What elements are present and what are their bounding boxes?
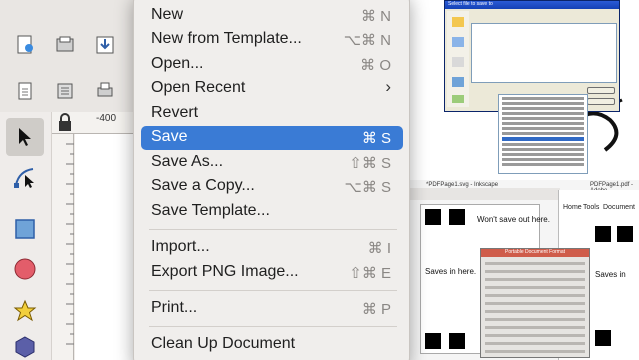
- menu-item-label: Save Template...: [151, 202, 270, 219]
- arrow-pointer-icon: [19, 128, 31, 146]
- menu-item-new[interactable]: New ⌘ N: [141, 4, 403, 28]
- menu-item-clean-up-document[interactable]: Clean Up Document: [141, 333, 403, 357]
- menu-item-label: Save a Copy...: [151, 177, 255, 194]
- tab-tools[interactable]: Tools: [583, 204, 599, 211]
- node-edit-icon: [14, 168, 34, 188]
- inkscape-window: -400: [0, 0, 140, 360]
- menu-item-save[interactable]: Save ⌘ S: [141, 126, 403, 150]
- inkscape-toolbar-thumb: [410, 188, 560, 200]
- menu-item-open-recent[interactable]: Open Recent ›: [141, 77, 403, 101]
- drawing-canvas[interactable]: [75, 134, 140, 360]
- dialog-file-list[interactable]: [471, 23, 617, 83]
- vertical-ruler: [52, 134, 74, 360]
- saves-here-text: Saves in here.: [425, 267, 477, 276]
- menu-item-label: Open...: [151, 55, 204, 72]
- open-document-icon[interactable]: [54, 34, 76, 56]
- commands-bar: [0, 0, 140, 112]
- corner-arrow-icon: [449, 333, 465, 349]
- menu-item-open[interactable]: Open... ⌘ O: [141, 53, 403, 77]
- menu-item-label: Save As...: [151, 153, 224, 170]
- tab-home[interactable]: Home: [563, 204, 582, 211]
- saves-in-text: Saves in: [595, 270, 626, 279]
- menu-item-shortcut: ⌘ N: [361, 8, 391, 25]
- corner-arrow-icon: [617, 226, 633, 242]
- menu-item-shortcut: ⌘ P: [361, 301, 391, 318]
- menu-item-shortcut: ⌘ O: [360, 57, 391, 74]
- menu-item-label: Revert: [151, 104, 199, 121]
- dialog-save-button[interactable]: [587, 87, 615, 94]
- lock-icon[interactable]: [56, 113, 74, 133]
- pdf-export-screenshot: *PDFPage1.svg - Inkscape PDFPage1.pdf - …: [410, 180, 639, 360]
- cube-icon: [15, 336, 35, 358]
- dialog-titlebar: Select file to save to: [445, 1, 619, 9]
- file-menu: New ⌘ N New from Template... ⌥⌘ N Open..…: [133, 0, 410, 360]
- save-dialog-screenshot: Select file to save to: [410, 0, 639, 175]
- ruler-label: -400: [96, 113, 117, 124]
- menu-item-shortcut: ⇧⌘ E: [349, 265, 391, 282]
- pdf-dialog-titlebar: Portable Document Format: [481, 249, 589, 257]
- menu-item-shortcut: ⌘ S: [361, 130, 391, 147]
- menu-separator: [149, 290, 397, 291]
- menu-item-new-from-template[interactable]: New from Template... ⌥⌘ N: [141, 28, 403, 52]
- 3d-box-tool[interactable]: [6, 328, 44, 360]
- circle-icon: [14, 258, 36, 280]
- menu-item-save-template[interactable]: Save Template...: [141, 200, 403, 224]
- menu-item-shortcut: ⇧⌘ S: [349, 155, 391, 172]
- toolbox: [0, 112, 52, 360]
- menu-item-label: Export PNG Image...: [151, 263, 299, 280]
- menu-item-import[interactable]: Import... ⌘ I: [141, 236, 403, 260]
- pdf-options-dialog: Portable Document Format: [480, 248, 590, 358]
- menu-item-save-as[interactable]: Save As... ⇧⌘ S: [141, 151, 403, 175]
- corner-arrow-icon: [595, 330, 611, 346]
- corner-arrow-icon: [425, 209, 441, 225]
- node-tool[interactable]: [6, 158, 44, 196]
- corner-arrow-icon: [449, 209, 465, 225]
- menu-item-label: New from Template...: [151, 30, 302, 47]
- corner-arrow-icon: [425, 333, 441, 349]
- star-tool[interactable]: [6, 292, 44, 330]
- selector-tool[interactable]: [6, 118, 44, 156]
- menu-item-revert[interactable]: Revert: [141, 102, 403, 126]
- menu-item-save-a-copy[interactable]: Save a Copy... ⌥⌘ S: [141, 175, 403, 199]
- tab-document[interactable]: Document: [603, 204, 635, 211]
- export-icon[interactable]: [54, 80, 76, 102]
- menu-item-shortcut: ⌥⌘ S: [344, 179, 391, 196]
- save-document-icon[interactable]: [94, 34, 116, 56]
- menu-item-label: Import...: [151, 238, 210, 255]
- rectangle-icon: [15, 219, 35, 239]
- dialog-cancel-button[interactable]: [587, 98, 615, 105]
- submenu-chevron-icon: ›: [385, 77, 391, 96]
- file-type-dropdown[interactable]: [498, 94, 588, 174]
- menu-item-shortcut: ⌘ I: [367, 240, 391, 257]
- corner-arrow-icon: [595, 226, 611, 242]
- new-document-icon[interactable]: [14, 34, 36, 56]
- menu-item-shortcut: ⌥⌘ N: [343, 32, 391, 49]
- menu-item-label: Save: [151, 128, 188, 145]
- print-icon[interactable]: [94, 80, 116, 102]
- wont-save-text: Won't save out here.: [477, 215, 550, 224]
- import-icon[interactable]: [14, 80, 36, 102]
- menu-item-print[interactable]: Print... ⌘ P: [141, 297, 403, 321]
- menu-item-label: Open Recent: [151, 79, 246, 96]
- menu-item-export-png[interactable]: Export PNG Image... ⇧⌘ E: [141, 261, 403, 285]
- menu-item-label: New: [151, 6, 184, 23]
- menu-item-label: Print...: [151, 299, 198, 316]
- menu-separator: [149, 326, 397, 327]
- rectangle-tool[interactable]: [6, 210, 44, 248]
- menu-separator: [149, 229, 397, 230]
- star-icon: [13, 299, 37, 322]
- menu-item-label: Clean Up Document: [151, 335, 296, 352]
- dialog-places-bar: [447, 11, 469, 107]
- ellipse-tool[interactable]: [6, 250, 44, 288]
